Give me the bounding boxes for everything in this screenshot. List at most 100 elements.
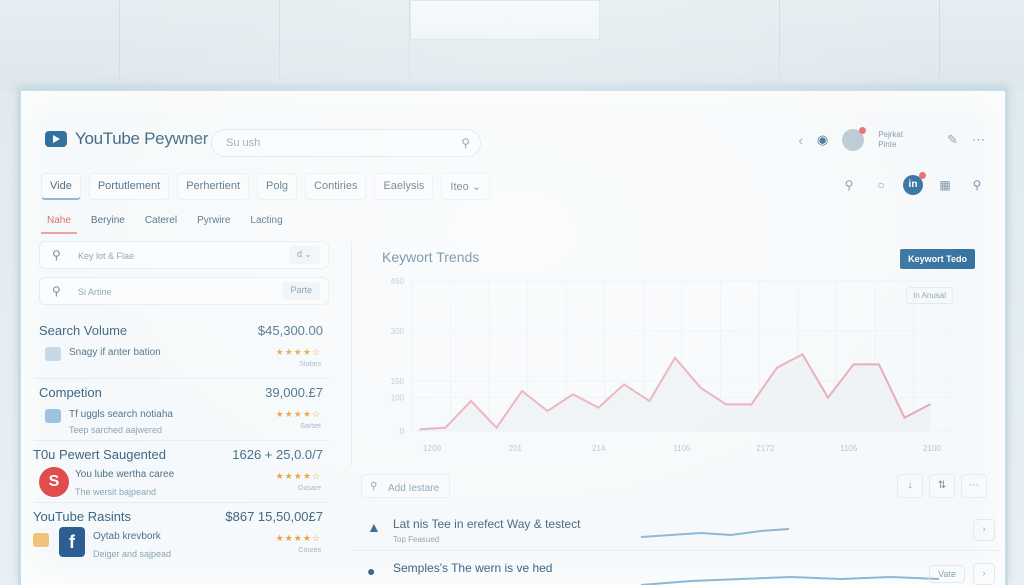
search-icon: ⚲ (370, 481, 378, 492)
data-point (801, 353, 804, 356)
metric-title: T0u Pewert Saugented (33, 447, 166, 462)
data-point (470, 400, 472, 402)
keyword-tools-button[interactable]: Keywort Tedo (900, 249, 975, 269)
user-role: Pinte (878, 140, 897, 149)
rating-stars: ★★★★☆ (275, 347, 321, 357)
filter-label: Key lot & Flae (78, 251, 135, 261)
add-feature-button[interactable]: ⚲ Add Iestare (361, 474, 451, 498)
x-tick-label: 2100 (923, 444, 941, 453)
image-icon (45, 347, 61, 361)
ceiling-tile (0, 0, 120, 80)
value-chip[interactable]: Vate (929, 565, 965, 583)
search-input[interactable]: Su ush ⚲ (211, 129, 481, 157)
calendar-icon[interactable]: ▦ (935, 178, 955, 192)
nav-item-contiries[interactable]: Contiries (305, 173, 367, 200)
edit-icon[interactable]: ✎ (947, 132, 958, 148)
nav-item-portutlement[interactable]: Portutlement (88, 173, 170, 200)
data-point (903, 416, 906, 419)
tab-nahe[interactable]: Nahe (41, 209, 77, 234)
y-axis: 0 100 150 300 450 (391, 277, 405, 436)
nav-item-iteo[interactable]: Iteo ⌄ (441, 173, 491, 200)
main-nav: Vide Portutlement Perhertient Polg Conti… (41, 173, 491, 200)
nav-item-iteo-label: Iteo (450, 181, 469, 193)
chevron-left-icon[interactable]: ‹ (799, 133, 803, 148)
data-point (572, 393, 574, 396)
circle-icon[interactable]: ○ (871, 178, 891, 192)
metric-detail: Teep sarched aajwered (69, 425, 163, 435)
zoom-icon[interactable]: ⚲ (967, 178, 987, 192)
list-item[interactable]: ● Semples's The wern is ve hed Vate › (351, 555, 1001, 585)
metric-card[interactable]: Competion 39,000.£7 Tf uggls search noti… (33, 379, 329, 441)
chevron-right-icon[interactable]: › (973, 563, 995, 585)
tab-caterel[interactable]: Caterel (139, 209, 183, 234)
ceiling-tile (280, 0, 410, 80)
ceiling-tile (600, 0, 780, 80)
metric-subtitle: Oytab krevbork (93, 531, 161, 542)
settings-icon[interactable]: ⇅ (929, 474, 955, 498)
trend-chart: 0 100 150 300 450 1200 201 214 1105 2172 1105 2100 (391, 277, 953, 453)
metric-card[interactable]: T0u Pewert Saugented 1626 + 25,0.0/7 S Y… (33, 441, 329, 503)
metrics-panel: ⚲ Key lot & Flae d ⌄ ⚲ Si Artine Parte S… (29, 241, 329, 585)
add-feature-label: Add Iestare (388, 483, 440, 494)
search-icon[interactable]: ⚲ (839, 178, 859, 192)
rating-stars: ★★★★☆ (275, 471, 321, 481)
location-pin-icon[interactable]: ◉ (817, 132, 828, 148)
keyword-trends-panel: Keywort Trends Keywort Tedo In Anusal 01… (351, 241, 991, 466)
nav-item-perhertient[interactable]: Perhertient (177, 173, 250, 200)
list-item[interactable]: ▲ Lat nis Tee in erefect Way & testect T… (351, 511, 1001, 551)
tab-beryine[interactable]: Beryine (85, 209, 131, 234)
metric-card[interactable]: Search Volume $45,300.00 Snagy if anter … (33, 317, 329, 379)
data-point (495, 426, 498, 429)
filter-action-button[interactable]: Parte (282, 282, 320, 300)
search-icon: ⚲ (52, 248, 61, 262)
metric-tag: Ousare (298, 485, 321, 492)
data-point (929, 403, 931, 406)
brand-badge-icon: S (39, 467, 69, 497)
nav-item-vide[interactable]: Vide (41, 173, 81, 200)
linkedin-icon[interactable]: in (903, 172, 926, 195)
people-icon: ▲ (367, 519, 381, 535)
data-point (546, 410, 549, 412)
chart-title: Keywort Trends (382, 249, 480, 265)
list-item-title: Semples's The wern is ve hed (393, 561, 553, 575)
more-icon[interactable]: ⋯ (972, 132, 985, 148)
folder-icon (33, 533, 49, 547)
tab-lacting[interactable]: Lacting (244, 209, 288, 234)
nav-item-eaelysis[interactable]: Eaelysis (374, 173, 434, 200)
user-info: Pejrkat Pinte (878, 130, 903, 150)
data-point (750, 403, 753, 406)
keyword-filter-input[interactable]: ⚲ Key lot & Flae d ⌄ (39, 241, 329, 269)
chevron-right-icon[interactable]: › (973, 519, 995, 541)
ceiling-lamp (410, 0, 600, 40)
tab-pyrwire[interactable]: Pyrwire (191, 209, 236, 234)
avatar[interactable] (842, 127, 867, 151)
metric-card[interactable]: YouTube Rasints $867 15,50,00£7 f Oytab … (33, 503, 329, 565)
metric-subtitle: Tf uggls search notiaha (69, 409, 173, 420)
article-filter-input[interactable]: ⚲ Si Artine Parte (39, 277, 329, 305)
data-point (597, 406, 600, 409)
nav-toolbar: ⚲ ○ in ▦ ⚲ (839, 172, 987, 195)
filter-dropdown-label: d (296, 249, 302, 259)
sub-nav: Nahe Beryine Caterel Pyrwire Lacting (41, 209, 289, 234)
search-icon[interactable]: ⚲ (461, 136, 470, 150)
more-icon[interactable]: ⋯ (961, 474, 987, 498)
play-icon (45, 131, 67, 147)
data-point (699, 386, 702, 389)
download-icon[interactable]: ↓ (897, 474, 923, 498)
app-logo[interactable]: YouTube Peywner (45, 129, 208, 149)
chart-toolbar: ⚲ Add Iestare ↓ ⇅ ⋯ (361, 474, 991, 504)
nav-item-polg[interactable]: Polg (257, 173, 298, 200)
y-tick-label: 150 (391, 377, 405, 386)
data-point (878, 363, 880, 366)
app-name: YouTube Peywner (75, 129, 209, 148)
search-icon: ⚲ (52, 284, 61, 298)
metric-subtitle: You lube wertha caree (75, 469, 175, 480)
data-point (827, 396, 829, 399)
metric-tag: Stabes (299, 361, 321, 368)
data-point (623, 383, 625, 386)
x-tick-label: 1105 (840, 444, 858, 453)
data-point (648, 400, 651, 402)
sparkline (641, 528, 790, 538)
metric-value: 1626 + 25,0.0/7 (232, 447, 323, 462)
filter-dropdown[interactable]: d ⌄ (288, 246, 320, 264)
